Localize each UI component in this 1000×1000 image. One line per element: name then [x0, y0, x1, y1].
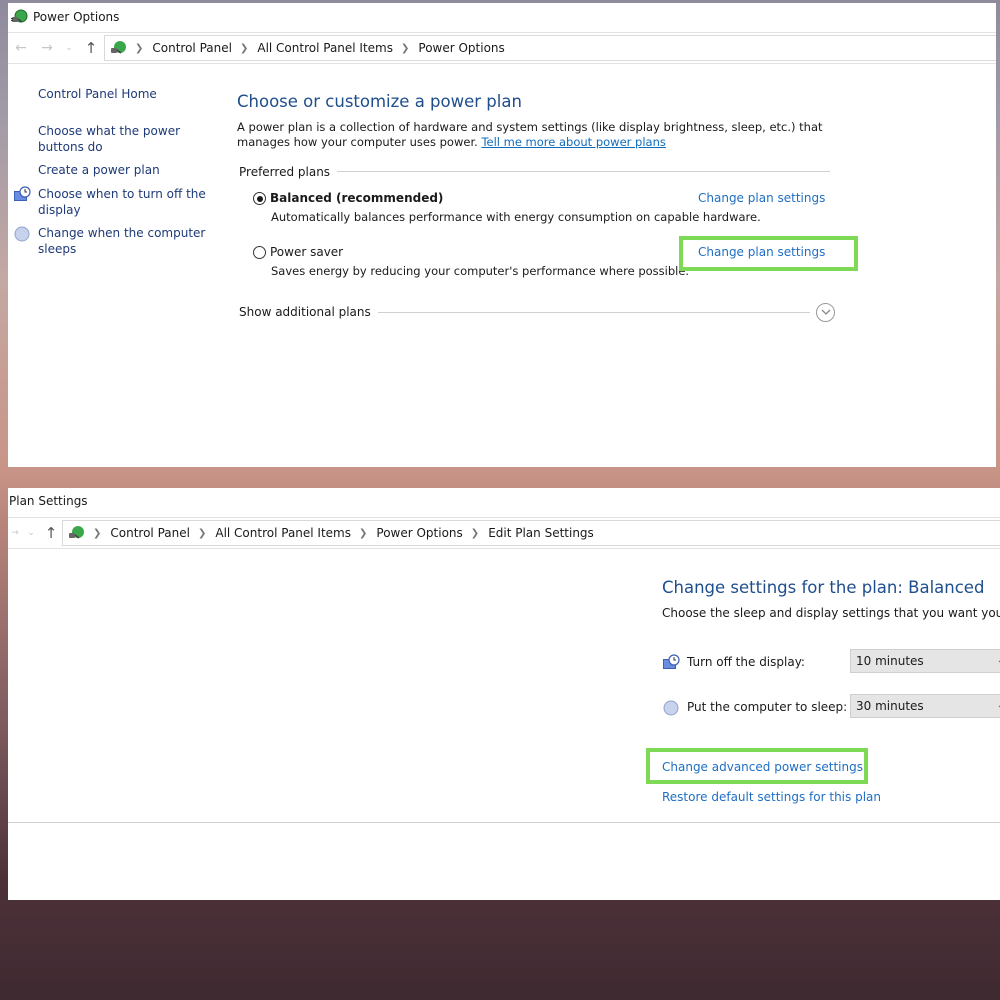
preferred-plans-label: Preferred plans [239, 165, 338, 179]
change-advanced-power-settings-link[interactable]: Change advanced power settings [662, 760, 863, 774]
chevron-down-icon: ⌄ [997, 695, 1000, 717]
breadcrumb-edit-plan-settings[interactable]: Edit Plan Settings [488, 526, 594, 540]
breadcrumb-control-panel[interactable]: Control Panel [110, 526, 190, 540]
arrow-up-icon[interactable]: ↑ [40, 520, 62, 546]
title-bar: Plan Settings [8, 488, 1000, 514]
page-description: A power plan is a collection of hardware… [237, 120, 823, 149]
page-subtitle: Choose the sleep and display settings th… [662, 606, 1000, 620]
page-title: Choose or customize a power plan [237, 92, 522, 111]
sidebar-display-off[interactable]: Choose when to turn off the display [38, 186, 213, 218]
change-plan-settings-power-saver[interactable]: Change plan settings [698, 245, 825, 259]
plan-name[interactable]: Balanced (recommended) [270, 191, 443, 205]
chevron-down-icon[interactable]: ⌄ [22, 520, 40, 546]
chevron-down-icon[interactable]: ⌄ [60, 35, 78, 61]
setting-label: Put the computer to sleep: [687, 700, 848, 714]
sleep-select[interactable]: 30 minutes ⌄ [850, 694, 1000, 718]
sidebar-power-buttons[interactable]: Choose what the power buttons do [38, 123, 213, 155]
plan-settings-window: Plan Settings → ⌄ ↑ ❯ Control Panel ❯ Al… [8, 488, 1000, 900]
divider [8, 822, 1000, 823]
title-bar: Power Options [8, 3, 996, 31]
plan-description: Saves energy by reducing your computer's… [271, 264, 690, 278]
change-plan-settings-balanced[interactable]: Change plan settings [698, 191, 825, 205]
power-plug-icon [10, 8, 28, 26]
plan-name[interactable]: Power saver [270, 245, 343, 259]
chevron-right-icon[interactable]: ❯ [240, 43, 248, 54]
moon-sleep-icon [13, 225, 31, 243]
arrow-up-icon[interactable]: ↑ [78, 35, 104, 61]
setting-label: Turn off the display: [687, 655, 805, 669]
navigation-bar: → ⌄ ↑ ❯ Control Panel ❯ All Control Pane… [8, 517, 1000, 549]
sidebar-create-plan[interactable]: Create a power plan [38, 162, 213, 178]
breadcrumb-all-items[interactable]: All Control Panel Items [257, 41, 393, 55]
display-clock-icon [662, 654, 680, 672]
chevron-right-icon[interactable]: ❯ [359, 528, 367, 539]
sidebar-computer-sleeps[interactable]: Change when the computer sleeps [38, 225, 213, 257]
chevron-down-circle-icon[interactable] [816, 303, 835, 322]
address-bar[interactable]: ❯ Control Panel ❯ All Control Panel Item… [104, 35, 996, 61]
restore-defaults-link[interactable]: Restore default settings for this plan [662, 790, 881, 804]
breadcrumb-all-items[interactable]: All Control Panel Items [215, 526, 351, 540]
arrow-left-icon[interactable]: ← [8, 35, 34, 61]
display-off-select[interactable]: 10 minutes ⌄ [850, 649, 1000, 673]
window-title: Power Options [33, 10, 120, 24]
power-options-window: Power Options ← → ⌄ ↑ ❯ Control Panel ❯ … [8, 3, 996, 467]
arrow-right-icon[interactable]: → [34, 35, 60, 61]
chevron-right-icon[interactable]: ❯ [471, 528, 479, 539]
breadcrumb-control-panel[interactable]: Control Panel [152, 41, 232, 55]
chevron-right-icon[interactable]: ❯ [93, 528, 101, 539]
page-title: Change settings for the plan: Balanced [662, 578, 985, 597]
sidebar-control-panel-home[interactable]: Control Panel Home [38, 86, 213, 102]
radio-balanced[interactable] [253, 192, 266, 205]
display-clock-icon [13, 186, 31, 204]
plan-description: Automatically balances performance with … [271, 210, 761, 224]
moon-sleep-icon [662, 699, 680, 717]
breadcrumb-power-options[interactable]: Power Options [376, 526, 462, 540]
navigation-bar: ← → ⌄ ↑ ❯ Control Panel ❯ All Control Pa… [8, 32, 996, 64]
chevron-right-icon[interactable]: ❯ [401, 43, 409, 54]
arrow-right-icon[interactable]: → [8, 520, 22, 546]
radio-power-saver[interactable] [253, 246, 266, 259]
breadcrumb-power-options[interactable]: Power Options [418, 41, 504, 55]
learn-more-link[interactable]: Tell me more about power plans [481, 135, 665, 149]
power-plug-icon [67, 524, 85, 542]
power-plug-icon [109, 39, 127, 57]
window-title: Plan Settings [9, 494, 88, 508]
address-bar[interactable]: ❯ Control Panel ❯ All Control Panel Item… [62, 520, 1000, 546]
chevron-down-icon: ⌄ [997, 650, 1000, 672]
show-additional-plans[interactable]: Show additional plans [239, 305, 378, 319]
chevron-right-icon[interactable]: ❯ [198, 528, 206, 539]
chevron-right-icon[interactable]: ❯ [135, 43, 143, 54]
